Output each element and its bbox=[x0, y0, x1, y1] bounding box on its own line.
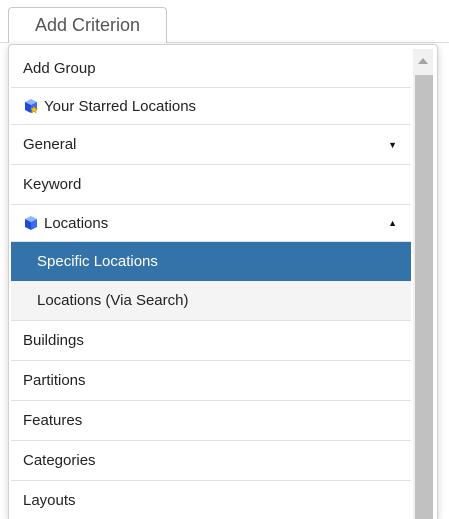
menu-item-label: Your Starred Locations bbox=[44, 97, 197, 115]
menu-item-label: Locations (Via Search) bbox=[37, 292, 189, 309]
menu-item-locations-via-search[interactable]: Locations (Via Search) bbox=[11, 281, 411, 321]
menu-item-label: Buildings bbox=[23, 332, 84, 349]
menu-item-label: Add Group bbox=[23, 59, 96, 77]
menu-item-add-group[interactable]: Add Group bbox=[11, 49, 411, 88]
menu-item-partitions[interactable]: Partitions bbox=[11, 361, 411, 401]
criterion-list: Add Group Your Starred Locations General… bbox=[11, 49, 411, 519]
scrollbar-thumb[interactable] bbox=[415, 75, 433, 519]
menu-item-keyword[interactable]: Keyword bbox=[11, 165, 411, 205]
caret-up-icon: ▲ bbox=[388, 218, 397, 228]
menu-item-label: Partitions bbox=[23, 372, 86, 389]
menu-item-label: General bbox=[23, 136, 77, 153]
scroll-up-arrow-icon[interactable] bbox=[413, 49, 433, 73]
menu-item-label: Layouts bbox=[23, 492, 76, 509]
menu-item-general[interactable]: General ▼ bbox=[11, 125, 411, 165]
menu-item-categories[interactable]: Categories bbox=[11, 441, 411, 481]
starred-cube-icon bbox=[23, 98, 39, 114]
cube-icon bbox=[23, 215, 39, 231]
menu-item-features[interactable]: Features bbox=[11, 401, 411, 441]
menu-item-label: Locations bbox=[44, 214, 109, 232]
vertical-scrollbar[interactable] bbox=[413, 49, 433, 519]
menu-item-locations[interactable]: Locations ▲ bbox=[11, 205, 411, 242]
criterion-dropdown-menu: Add Group Your Starred Locations General… bbox=[8, 44, 438, 519]
menu-item-buildings[interactable]: Buildings bbox=[11, 321, 411, 361]
menu-item-label: Features bbox=[23, 412, 83, 429]
menu-item-label: Specific Locations bbox=[37, 252, 158, 270]
page: Add Criterion Add Group Your Starred Loc… bbox=[0, 0, 449, 519]
menu-item-label: Categories bbox=[23, 452, 96, 469]
menu-item-specific-locations[interactable]: Specific Locations bbox=[11, 242, 411, 281]
menu-item-layouts[interactable]: Layouts bbox=[11, 481, 411, 519]
menu-item-label: Keyword bbox=[23, 176, 82, 193]
caret-down-icon: ▼ bbox=[388, 139, 397, 150]
menu-item-your-starred-locations[interactable]: Your Starred Locations bbox=[11, 88, 411, 125]
add-criterion-button[interactable]: Add Criterion bbox=[8, 7, 167, 43]
